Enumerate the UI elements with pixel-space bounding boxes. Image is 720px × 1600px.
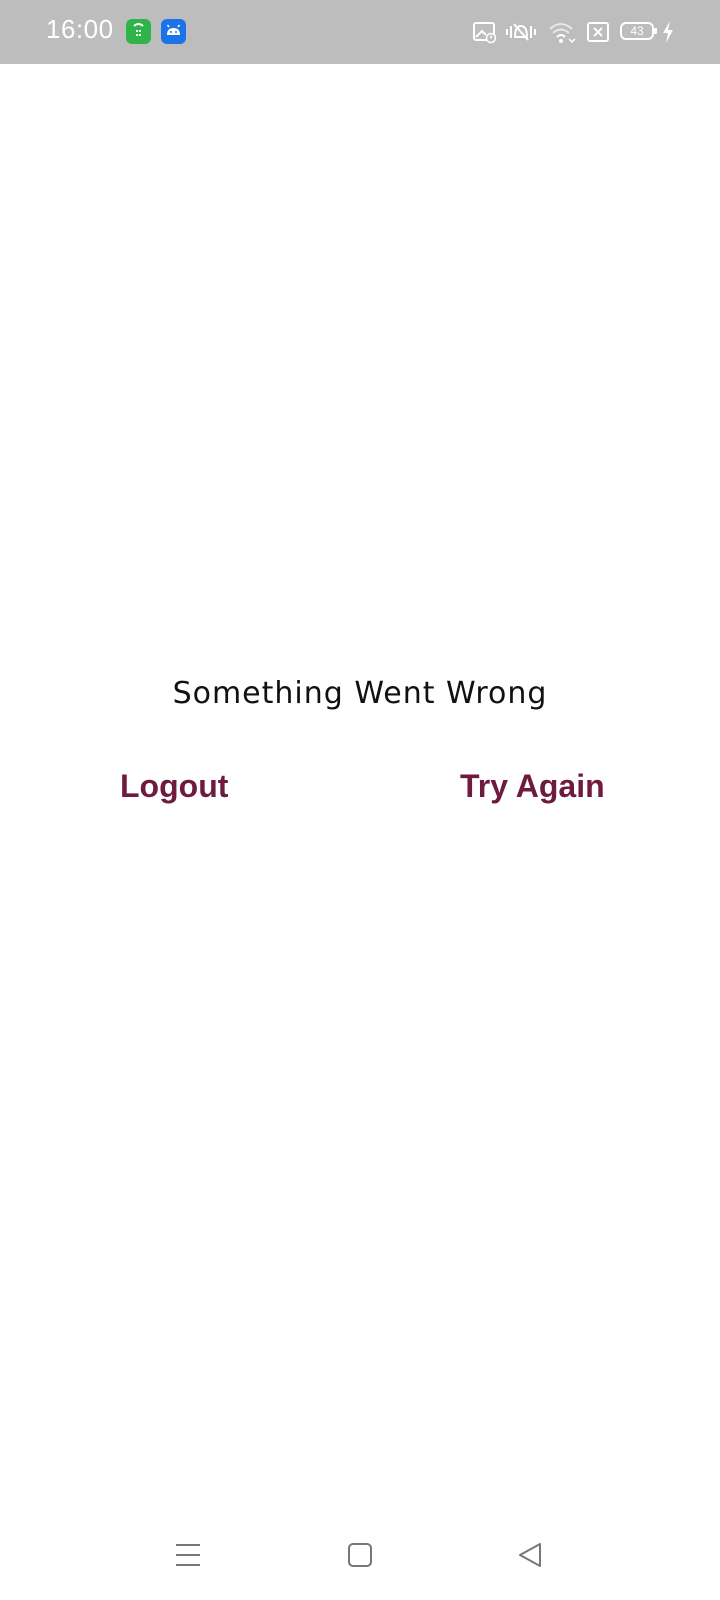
store-app-icon bbox=[126, 19, 151, 44]
battery-icon: 43 bbox=[620, 22, 657, 40]
error-message: Something Went Wrong bbox=[172, 676, 548, 711]
vibrate-silent-icon bbox=[504, 18, 538, 46]
status-bar: 16:00 43 bbox=[0, 0, 720, 64]
wifi-icon bbox=[548, 18, 576, 46]
screen: 16:00 43 Something Went Wrong Logout Try… bbox=[0, 0, 720, 1600]
try-again-button[interactable]: Try Again bbox=[452, 764, 613, 809]
charging-icon bbox=[660, 18, 676, 46]
home-icon[interactable] bbox=[346, 1540, 374, 1575]
battery-level: 43 bbox=[630, 24, 644, 38]
image-icon bbox=[472, 18, 498, 46]
status-time: 16:00 bbox=[46, 14, 114, 44]
menu-icon[interactable] bbox=[174, 1540, 202, 1575]
android-app-icon bbox=[161, 19, 186, 44]
sim-off-icon bbox=[586, 18, 610, 46]
logout-button[interactable]: Logout bbox=[112, 764, 236, 809]
back-icon[interactable] bbox=[516, 1540, 544, 1575]
